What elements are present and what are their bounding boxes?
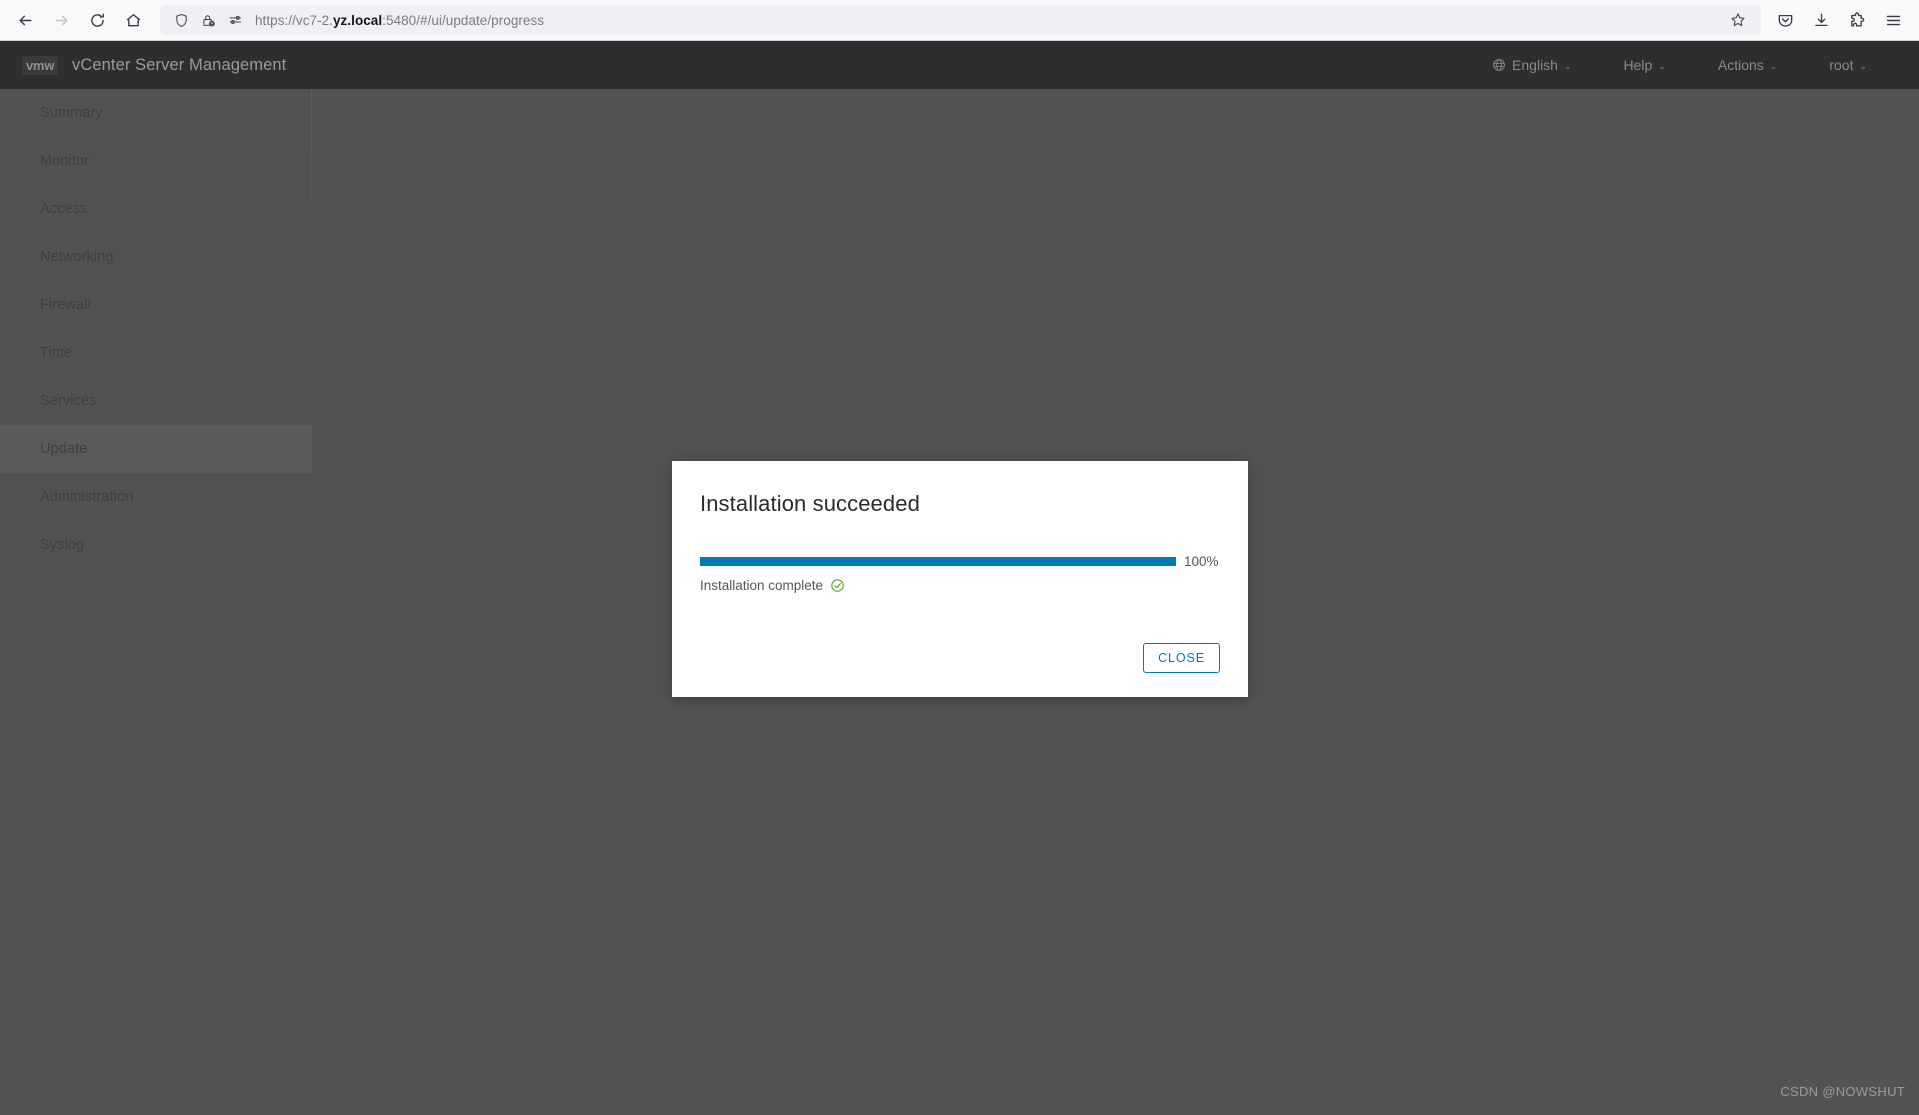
- chevron-down-icon: ⌄: [1770, 42, 1778, 90]
- sidebar-item-label: Update: [40, 441, 87, 457]
- actions-label: Actions: [1718, 41, 1764, 89]
- url-text[interactable]: https://vc7-2.yz.local:5480/#/ui/update/…: [255, 13, 1722, 28]
- help-label: Help: [1624, 41, 1653, 89]
- language-selector[interactable]: English ⌄: [1466, 41, 1597, 89]
- site-permissions-icon[interactable]: [222, 7, 248, 33]
- sidebar-item-label: Administration: [40, 489, 133, 505]
- sidebar-item-label: Time: [40, 345, 72, 361]
- help-menu[interactable]: Help ⌄: [1598, 41, 1692, 89]
- sidebar-item-label: Access: [40, 201, 87, 217]
- browser-toolbar: https://vc7-2.yz.local:5480/#/ui/update/…: [0, 0, 1919, 41]
- url-suffix: :5480/#/ui/update/progress: [382, 13, 544, 28]
- url-host: yz.local: [333, 13, 382, 28]
- home-button[interactable]: [116, 3, 150, 37]
- sidebar-item-label: Networking: [40, 249, 114, 265]
- sidebar-item-update[interactable]: Update: [0, 425, 312, 473]
- globe-icon: [1492, 58, 1506, 72]
- sidebar-item-administration[interactable]: Administration: [0, 473, 312, 521]
- user-menu[interactable]: root ⌄: [1803, 41, 1893, 89]
- chevron-down-icon: ⌄: [1658, 42, 1666, 90]
- reload-button[interactable]: [80, 3, 114, 37]
- page-title: vCenter Server Management: [72, 56, 286, 75]
- forward-button[interactable]: [44, 3, 78, 37]
- actions-menu[interactable]: Actions ⌄: [1692, 41, 1803, 89]
- urlbar-container: https://vc7-2.yz.local:5480/#/ui/update/…: [150, 5, 1769, 35]
- sidebar-item-summary[interactable]: Summary: [0, 89, 312, 137]
- back-button[interactable]: [8, 3, 42, 37]
- sidebar-item-label: Services: [40, 393, 96, 409]
- browser-toolbar-right: [1769, 4, 1919, 36]
- browser-nav-buttons: [0, 3, 150, 37]
- close-button[interactable]: CLOSE: [1143, 643, 1220, 673]
- sidebar-item-services[interactable]: Services: [0, 377, 312, 425]
- sidebar-item-syslog[interactable]: Syslog: [0, 521, 312, 569]
- sidebar-item-label: Firewall: [40, 297, 91, 313]
- watermark: CSDN @NOWSHUT: [1780, 1084, 1905, 1099]
- success-check-icon: [830, 578, 845, 593]
- lock-warning-icon[interactable]: [195, 7, 221, 33]
- progress-bar: [700, 557, 1176, 566]
- progress-percent-label: 100%: [1184, 554, 1220, 569]
- sidebar-item-firewall[interactable]: Firewall: [0, 281, 312, 329]
- user-label: root: [1829, 41, 1853, 89]
- sidebar-item-access[interactable]: Access: [0, 185, 312, 233]
- progress-bar-fill: [700, 557, 1176, 566]
- header-actions: English ⌄ Help ⌄ Actions ⌄ root ⌄: [1466, 41, 1919, 89]
- dialog-title: Installation succeeded: [700, 461, 1220, 517]
- pocket-icon[interactable]: [1769, 4, 1801, 36]
- sidebar-item-label: Syslog: [40, 537, 84, 553]
- sidebar-item-time[interactable]: Time: [0, 329, 312, 377]
- sidebar-item-label: Monitor: [40, 153, 89, 169]
- vmware-logo: vmw: [22, 56, 58, 75]
- status-text: Installation complete: [700, 578, 823, 593]
- chevron-down-icon: ⌄: [1564, 42, 1572, 90]
- sidebar-item-networking[interactable]: Networking: [0, 233, 312, 281]
- dialog-footer: CLOSE: [700, 643, 1220, 673]
- shield-icon[interactable]: [168, 7, 194, 33]
- address-bar[interactable]: https://vc7-2.yz.local:5480/#/ui/update/…: [160, 5, 1761, 35]
- extensions-icon[interactable]: [1841, 4, 1873, 36]
- brand: vmw vCenter Server Management: [0, 56, 286, 75]
- sidebar-item-monitor[interactable]: Monitor: [0, 137, 312, 185]
- chevron-down-icon: ⌄: [1859, 42, 1867, 90]
- progress-row: 100%: [700, 554, 1220, 569]
- url-prefix: https://vc7-2.: [255, 13, 333, 28]
- status-row: Installation complete: [700, 578, 1220, 593]
- language-label: English: [1512, 41, 1558, 89]
- sidebar: Summary Monitor Access Networking Firewall Ti…: [0, 89, 312, 1115]
- bookmark-star-icon[interactable]: [1723, 6, 1753, 34]
- sidebar-item-label: Summary: [40, 105, 103, 121]
- app-menu-icon[interactable]: [1877, 4, 1909, 36]
- app-header: vmw vCenter Server Management English ⌄ …: [0, 41, 1919, 89]
- installation-result-dialog: Installation succeeded 100% Installation…: [672, 461, 1248, 697]
- downloads-icon[interactable]: [1805, 4, 1837, 36]
